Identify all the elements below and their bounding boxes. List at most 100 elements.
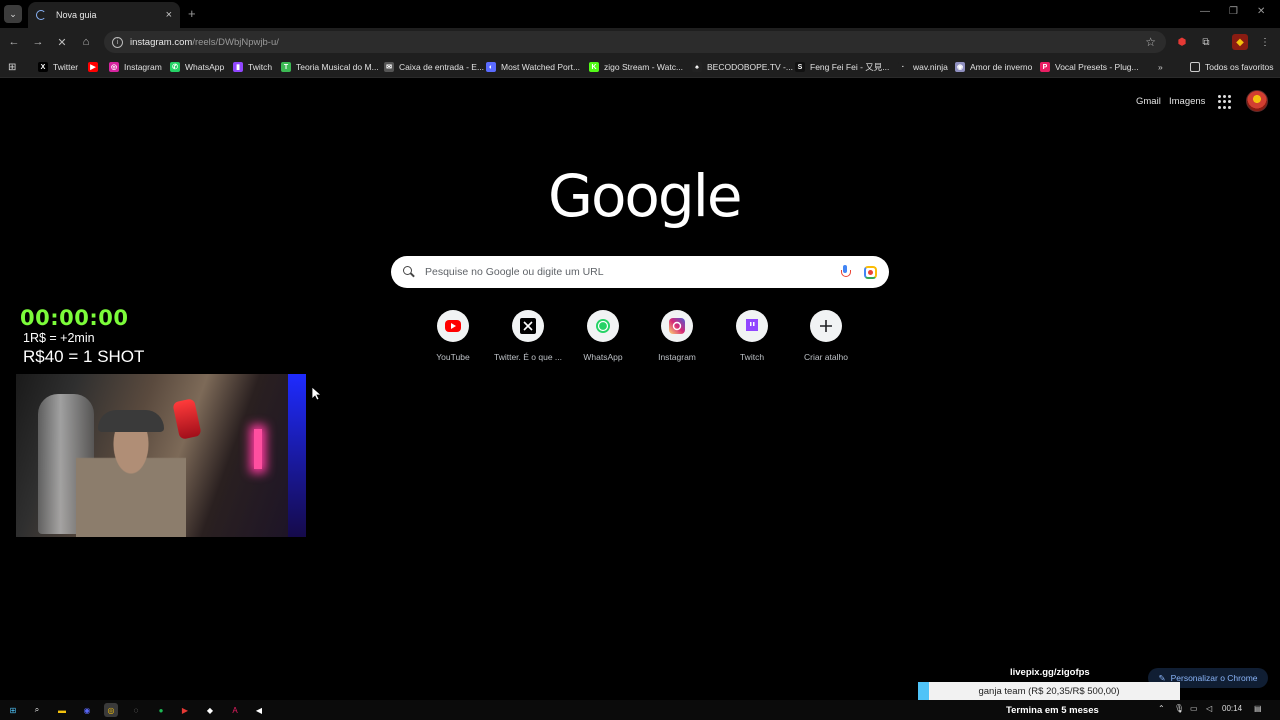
bookmark-item[interactable]: ✆ WhatsApp [170,60,224,74]
customize-chrome-label: Personalizar o Chrome [1170,673,1258,683]
volume-icon[interactable]: ◁ [1206,704,1212,713]
shortcut-tile[interactable]: Instagram [640,310,714,362]
bookmark-label: Teoria Musical do M... [296,62,379,72]
plus-icon [810,310,842,342]
tab-close-icon[interactable]: × [166,9,172,21]
shortcut-tile[interactable]: YouTube [416,310,490,362]
notification-icon[interactable]: ▤ [1254,704,1262,713]
donation-goal-bar: ganja team (R$ 20,35/R$ 500,00) [918,682,1180,702]
bookmark-label: Caixa de entrada - E... [399,62,485,72]
youtube-icon [437,310,469,342]
bookmark-label: BECODOBOPE.TV -... [707,62,793,72]
spotify-icon[interactable]: ● [154,703,168,717]
goal-text: ganja team (R$ 20,35/R$ 500,00) [978,686,1120,697]
goal-ends-text: Termina em 5 meses [1006,705,1099,716]
file-explorer-icon[interactable]: ▬ [55,703,69,717]
tray-chevron-icon[interactable]: ⌃ [1158,704,1165,713]
media-app-icon[interactable]: ▶ [178,703,192,717]
bookmark-item[interactable]: X Twitter [38,60,78,74]
menu-kebab-icon[interactable]: ⋮ [1257,34,1273,50]
shortcut-tile[interactable]: Criar atalho [789,310,863,362]
tab-title: Nova guia [56,10,97,20]
bookmark-item[interactable]: T Teoria Musical do M... [281,60,379,74]
s-icon: S [795,62,805,72]
home-icon[interactable]: ⌂ [78,34,94,50]
bookmark-item[interactable]: ▶ [88,60,103,74]
bookmark-item[interactable]: ♠ BECODOBOPE.TV -... [692,60,793,74]
stop-loading-icon[interactable]: ✕ [54,34,70,50]
voice-search-icon[interactable] [840,265,851,279]
instagram-icon: ◎ [109,62,119,72]
bookmark-item[interactable]: ◎ Instagram [109,60,162,74]
profile-mini-icon[interactable]: ◆ [1232,34,1248,50]
audio-app-icon[interactable]: ◀ [252,703,266,717]
kick-icon: K [589,62,599,72]
gmail-link[interactable]: Gmail [1136,96,1161,107]
bookmark-label: Most Watched Port... [501,62,581,72]
bookmark-item[interactable]: ◉ Amor de inverno [955,60,1032,74]
bookmark-item[interactable]: P Vocal Presets - Plug... [1040,60,1139,74]
blue-light [288,374,306,537]
windows-start-icon[interactable]: ⊞ [6,703,20,717]
plugin-icon: P [1040,62,1050,72]
tab-search-chevron-icon[interactable]: ⌄ [4,5,22,23]
search-input[interactable] [425,266,832,278]
site-info-icon[interactable]: i [112,36,123,48]
twitch-icon [736,310,768,342]
epic-games-icon[interactable]: ◆ [203,703,217,717]
google-apps-icon[interactable] [1218,95,1232,109]
mail-icon: ✉ [384,62,394,72]
youtube-icon: ▶ [88,62,98,72]
shot-rule: R$40 = 1 SHOT [23,347,145,366]
twitch-icon: ▮ [233,62,243,72]
shortcut-tile[interactable]: Twitter. É o que ... [491,310,565,362]
search-box[interactable] [391,256,889,288]
bookmark-item[interactable]: S Feng Fei Fei - 又見... [795,60,889,74]
bookmark-label: zigo Stream - Watc... [604,62,684,72]
bookmark-item[interactable]: ✉ Caixa de entrada - E... [384,60,484,74]
shortcut-label: Criar atalho [804,352,848,362]
more-bookmarks-chevron[interactable]: » [1158,60,1163,74]
minimize-button[interactable]: — [1200,6,1210,17]
tab-nova-guia[interactable]: Nova guia × [28,2,180,28]
images-link[interactable]: Imagens [1169,96,1205,107]
all-bookmarks-folder[interactable]: Todos os favoritos [1190,60,1274,74]
bookmark-item[interactable]: · wav.ninja [898,60,948,74]
instagram-icon [661,310,693,342]
loading-spinner-icon [36,10,46,20]
shortcut-label: Twitch [739,352,765,362]
chrome-taskbar-icon[interactable]: ◎ [104,703,118,717]
discord-icon[interactable]: ◉ [80,703,94,717]
extension-shield-icon[interactable]: ⬢ [1174,34,1190,50]
tray-mic-icon[interactable]: 🎙 [1174,704,1184,713]
shortcut-tile[interactable]: Twitch [715,310,789,362]
address-bar[interactable]: i instagram.com/reels/DWbjNpwjb-u/ ☆ [104,31,1166,53]
maximize-button[interactable]: ❐ [1229,6,1238,17]
bookmark-item[interactable]: ▮ Twitch [233,60,272,74]
bookmark-item[interactable]: ◐ Most Watched Port... [486,60,580,74]
bookmark-label: Feng Fei Fei - 又見... [810,62,890,72]
forward-icon[interactable]: → [30,34,46,50]
shortcut-tile[interactable]: WhatsApp [566,310,640,362]
apps-grid-icon[interactable]: ⊞ [8,60,16,74]
webcam-feed [16,374,306,537]
google-lens-icon[interactable] [864,265,877,279]
taskbar-clock[interactable]: 00:14 [1222,704,1242,713]
bookmark-label: WhatsApp [185,62,225,72]
adobe-app-icon[interactable]: A [228,703,242,717]
extensions-puzzle-icon[interactable]: ⧉ [1198,34,1214,50]
account-avatar[interactable] [1246,90,1268,112]
taskbar-search-icon[interactable]: ⌕ [30,703,44,717]
obs-icon[interactable]: ◌ [129,703,143,717]
livepix-link: livepix.gg/zigofps [1010,667,1090,678]
bookmark-item[interactable]: Kzigo Stream - Watc... [589,60,683,74]
network-icon[interactable]: ▭ [1190,704,1198,713]
bookmarks-bar: ⊞ X Twitter ▶ ◎ Instagram ✆ WhatsApp ▮ Twitch T Te… [0,56,1280,78]
google-logo: Google [548,162,743,230]
url-host: instagram.com [130,36,193,48]
close-window-button[interactable]: ✕ [1257,6,1265,17]
bookmark-star-icon[interactable]: ☆ [1145,35,1156,49]
back-icon[interactable]: ← [6,34,22,50]
new-tab-button[interactable]: + [188,6,196,21]
all-bookmarks-label: Todos os favoritos [1205,62,1274,72]
